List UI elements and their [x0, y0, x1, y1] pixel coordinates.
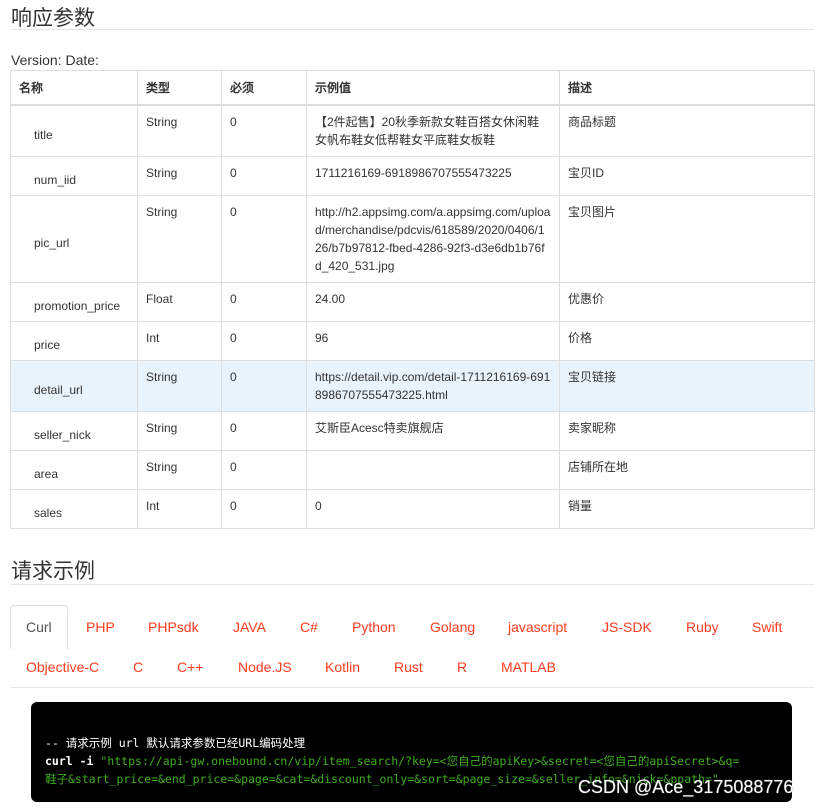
param-type: String: [137, 450, 222, 490]
param-type: Int: [137, 489, 222, 529]
tab-cpp[interactable]: C++: [177, 659, 203, 675]
param-name: title: [10, 104, 138, 157]
tab-php[interactable]: PHP: [86, 619, 115, 635]
table-row: detail_url String 0 https://detail.vip.com/…: [10, 360, 815, 412]
code-url-part1: "https://api-gw.onebound.cn/vip/item_sea…: [100, 754, 740, 768]
tab-javascript[interactable]: javascript: [508, 619, 567, 635]
column-header-required: 必须: [221, 70, 307, 106]
param-type: Float: [137, 282, 222, 322]
tab-swift[interactable]: Swift: [752, 619, 782, 635]
param-type: String: [137, 195, 222, 283]
table-row: seller_nick String 0 艾斯臣Acesc特卖旗舰店 卖家昵称: [10, 411, 815, 451]
tab-ruby[interactable]: Ruby: [686, 619, 719, 635]
table-row: title String 0 【2件起售】20秋季新款女鞋百搭女休闲鞋女帆布鞋女低帮鞋…: [10, 104, 815, 157]
code-command: curl -i: [45, 754, 94, 768]
param-type: Int: [137, 321, 222, 361]
tab-curl[interactable]: Curl: [10, 605, 68, 649]
code-line-2: curl -i "https://api-gw.onebound.cn/vip/…: [45, 753, 739, 769]
tab-nodejs[interactable]: Node.JS: [238, 659, 292, 675]
column-header-example: 示例值: [306, 70, 560, 106]
param-desc: 商品标题: [559, 104, 815, 157]
param-required: 0: [221, 360, 307, 412]
param-type: String: [137, 360, 222, 412]
table-row: sales Int 0 0 销量: [10, 489, 815, 529]
param-required: 0: [221, 411, 307, 451]
param-name: detail_url: [10, 360, 138, 412]
request-example-title: 请求示例: [11, 560, 95, 583]
param-required: 0: [221, 104, 307, 157]
param-type: String: [137, 104, 222, 157]
param-example: 【2件起售】20秋季新款女鞋百搭女休闲鞋女帆布鞋女低帮鞋女平底鞋女板鞋: [306, 104, 560, 157]
tab-c[interactable]: C: [133, 659, 143, 675]
tab-objective-c[interactable]: Objective-C: [26, 659, 99, 675]
param-name: promotion_price: [10, 282, 138, 322]
tab-js-sdk[interactable]: JS-SDK: [602, 619, 652, 635]
param-required: 0: [221, 450, 307, 490]
param-example: https://detail.vip.com/detail-1711216169…: [306, 360, 560, 412]
tab-golang[interactable]: Golang: [430, 619, 475, 635]
param-name: seller_nick: [10, 411, 138, 451]
tab-csharp[interactable]: C#: [300, 619, 318, 635]
column-header-name: 名称: [10, 70, 138, 106]
param-desc: 宝贝链接: [559, 360, 815, 412]
code-comment: -- 请求示例 url 默认请求参数已经URL编码处理: [45, 736, 306, 750]
param-example: 艾斯臣Acesc特卖旗舰店: [306, 411, 560, 451]
table-row: promotion_price Float 0 24.00 优惠价: [10, 282, 815, 322]
table-row: pic_url String 0 http://h2.appsimg.com/a.ap…: [10, 195, 815, 283]
param-type: String: [137, 411, 222, 451]
divider: [11, 584, 814, 585]
version-line: Version: Date:: [11, 52, 99, 68]
param-required: 0: [221, 156, 307, 196]
table-row: num_iid String 0 1711216169-691898670755547…: [10, 156, 815, 196]
param-example: [306, 450, 560, 490]
param-name: price: [10, 321, 138, 361]
table-header-row: 名称 类型 必须 示例值 描述: [10, 70, 815, 106]
watermark: CSDN @Ace_3175088776: [578, 777, 794, 797]
param-name: num_iid: [10, 156, 138, 196]
param-required: 0: [221, 489, 307, 529]
param-desc: 销量: [559, 489, 815, 529]
response-params-title: 响应参数: [11, 7, 95, 30]
response-params-table: 名称 类型 必须 示例值 描述 title String 0 【2件起售】20秋季新款…: [10, 70, 815, 529]
column-header-desc: 描述: [559, 70, 815, 106]
param-desc: 优惠价: [559, 282, 815, 322]
table-row: price Int 0 96 价格: [10, 321, 815, 361]
param-required: 0: [221, 195, 307, 283]
param-type: String: [137, 156, 222, 196]
column-header-type: 类型: [137, 70, 222, 106]
param-desc: 卖家昵称: [559, 411, 815, 451]
divider: [11, 29, 814, 30]
tab-kotlin[interactable]: Kotlin: [325, 659, 360, 675]
tab-phpsdk[interactable]: PHPsdk: [148, 619, 199, 635]
tab-python[interactable]: Python: [352, 619, 396, 635]
param-example: 24.00: [306, 282, 560, 322]
param-desc: 宝贝ID: [559, 156, 815, 196]
param-example: 0: [306, 489, 560, 529]
param-desc: 宝贝图片: [559, 195, 815, 283]
tab-matlab[interactable]: MATLAB: [501, 659, 556, 675]
param-example: http://h2.appsimg.com/a.appsimg.com/uplo…: [306, 195, 560, 283]
tab-r[interactable]: R: [457, 659, 467, 675]
param-example: 1711216169-6918986707555473225: [306, 156, 560, 196]
param-required: 0: [221, 321, 307, 361]
param-required: 0: [221, 282, 307, 322]
param-desc: 价格: [559, 321, 815, 361]
param-name: area: [10, 450, 138, 490]
tab-java[interactable]: JAVA: [233, 619, 266, 635]
param-name: sales: [10, 489, 138, 529]
param-desc: 店铺所在地: [559, 450, 815, 490]
param-example: 96: [306, 321, 560, 361]
divider: [11, 687, 814, 688]
param-name: pic_url: [10, 195, 138, 283]
table-row: area String 0 店铺所在地: [10, 450, 815, 490]
tab-rust[interactable]: Rust: [394, 659, 423, 675]
